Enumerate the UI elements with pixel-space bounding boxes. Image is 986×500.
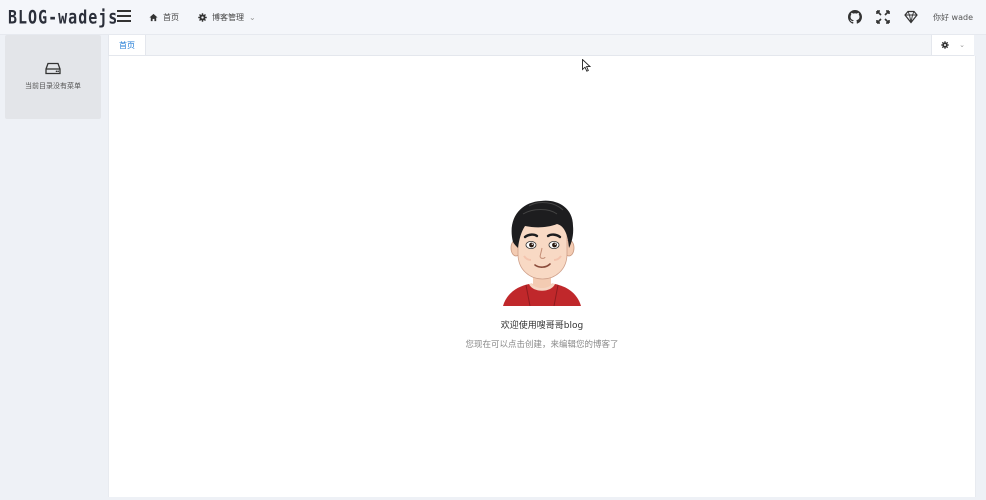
mouse-cursor-icon <box>582 59 591 72</box>
home-icon <box>149 13 158 21</box>
hamburger-line <box>117 15 131 17</box>
gear-icon <box>941 41 949 49</box>
hamburger-line <box>117 20 131 22</box>
hamburger-line <box>117 10 131 12</box>
avatar <box>503 200 581 306</box>
sidebar: 当前目录没有菜单 <box>5 35 101 119</box>
nav-blog-management-label: 博客管理 <box>212 12 244 22</box>
github-icon[interactable] <box>848 10 862 24</box>
nav-blog-management[interactable]: 博客管理 ⌄ <box>198 0 256 34</box>
sidebar-empty-text: 当前目录没有菜单 <box>25 82 81 90</box>
welcome-title: 欢迎使用嗖哥哥blog <box>500 321 584 331</box>
site-logo[interactable]: BLOG-wadejs <box>8 6 118 29</box>
gear-icon <box>198 12 207 22</box>
welcome-subtitle: 您现在可以点击创建，来编辑您的博客了 <box>465 340 619 350</box>
nav-home[interactable]: 首页 <box>149 0 179 34</box>
top-header: BLOG-wadejs 首页 博客管理 ⌄ 你好 wade <box>0 0 986 35</box>
nav-home-label: 首页 <box>163 12 179 22</box>
chevron-down-icon: ⌄ <box>249 12 256 22</box>
menu-toggle-button[interactable] <box>117 10 131 24</box>
main-content: 欢迎使用嗖哥哥blog 您现在可以点击创建，来编辑您的博客了 <box>108 56 976 497</box>
fullscreen-icon[interactable] <box>876 10 890 24</box>
diamond-icon[interactable] <box>904 10 918 24</box>
tab-bar: 首页 ⌄ <box>108 35 974 56</box>
chevron-down-icon: ⌄ <box>959 41 965 49</box>
drive-icon <box>45 62 61 75</box>
tab-home[interactable]: 首页 <box>108 35 146 55</box>
user-greeting[interactable]: 你好 wade <box>933 12 973 23</box>
tab-settings-dropdown[interactable]: ⌄ <box>931 35 974 55</box>
